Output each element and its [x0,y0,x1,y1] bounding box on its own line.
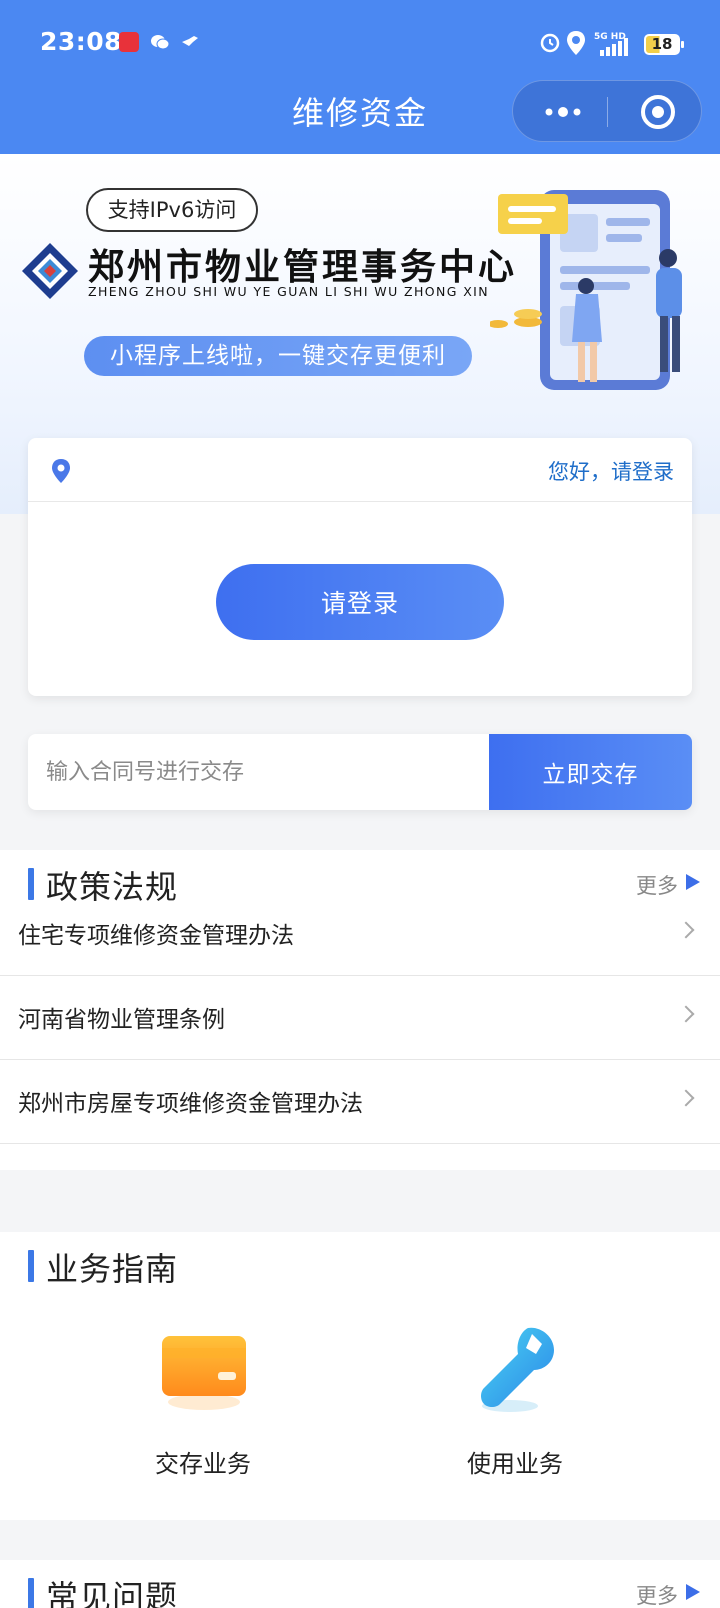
app-notification-icon [119,32,139,52]
contract-deposit-bar: 立即交存 [28,734,692,810]
more-arrow-icon[interactable] [686,874,700,890]
app-header: 23:08 5G HD 18 维修资金 [0,0,720,154]
faq-section: 常见问题 更多 [0,1560,720,1608]
faq-title: 常见问题 [46,1578,179,1608]
section-accent-bar [28,1578,34,1608]
guide-header: 业务指南 [0,1232,720,1298]
policy-item-label: 住宅专项维修资金管理办法 [18,923,294,949]
phone-illustration-icon [490,190,682,390]
alarm-icon [540,33,560,53]
faq-header: 常见问题 更多 [0,1560,720,1608]
org-name: 郑州市物业管理事务中心 [88,247,518,288]
org-logo-icon [22,243,78,299]
location-status-icon [567,31,585,55]
guide-item-label: 交存业务 [155,1450,251,1478]
login-button[interactable]: 请登录 [216,564,504,640]
miniprogram-capsule [512,80,702,142]
business-guide-section: 业务指南 交存业务 使用业务 [0,1232,720,1520]
chevron-right-icon [677,1089,695,1107]
policy-item-label: 郑州市房屋专项维修资金管理办法 [18,1091,363,1117]
faq-more-link[interactable]: 更多 [636,1580,678,1608]
org-pinyin: ZHENG ZHOU SHI WU YE GUAN LI SHI WU ZHON… [88,284,490,299]
signal-icon: 5G HD [594,32,628,56]
policy-list-item[interactable]: 住宅专项维修资金管理办法 [0,892,720,976]
location-row: 您好，请登录 [28,438,692,502]
guide-title: 业务指南 [46,1250,179,1288]
battery-indicator: 18 [644,34,684,55]
wechat-icon [151,35,170,50]
login-card: 您好，请登录 请登录 [28,438,692,696]
svg-text:5G HD: 5G HD [594,32,626,42]
slogan-banner: 小程序上线啦，一键交存更便利 [84,336,472,376]
bird-icon [182,36,198,46]
deposit-business-entry[interactable]: 交存业务 [118,1322,288,1492]
capsule-divider [607,97,608,127]
usage-business-entry[interactable]: 使用业务 [430,1322,600,1492]
policy-list-item[interactable]: 河南省物业管理条例 [0,976,720,1060]
ipv6-badge: 支持IPv6访问 [86,188,258,232]
wrench-icon [481,1327,554,1412]
chevron-right-icon [677,1005,695,1023]
location-pin-icon[interactable] [50,458,72,484]
policy-list-item[interactable]: 郑州市房屋专项维修资金管理办法 [0,1060,720,1144]
status-bar: 23:08 5G HD 18 [0,0,720,88]
more-arrow-icon[interactable] [686,1584,700,1600]
guide-item-label: 使用业务 [467,1450,563,1478]
chevron-right-icon [677,921,695,939]
status-time: 23:08 [40,27,123,56]
card-icon [162,1336,246,1410]
deposit-now-button[interactable]: 立即交存 [489,734,692,810]
login-greeting-link[interactable]: 您好，请登录 [548,456,674,486]
policy-section: 政策法规 更多 住宅专项维修资金管理办法 河南省物业管理条例 郑州市房屋专项维修… [0,850,720,1170]
close-miniprogram-icon[interactable] [641,95,675,129]
section-accent-bar [28,1250,34,1282]
policy-item-label: 河南省物业管理条例 [18,1007,225,1033]
more-options-icon[interactable] [543,101,583,123]
contract-number-input[interactable] [28,734,488,810]
